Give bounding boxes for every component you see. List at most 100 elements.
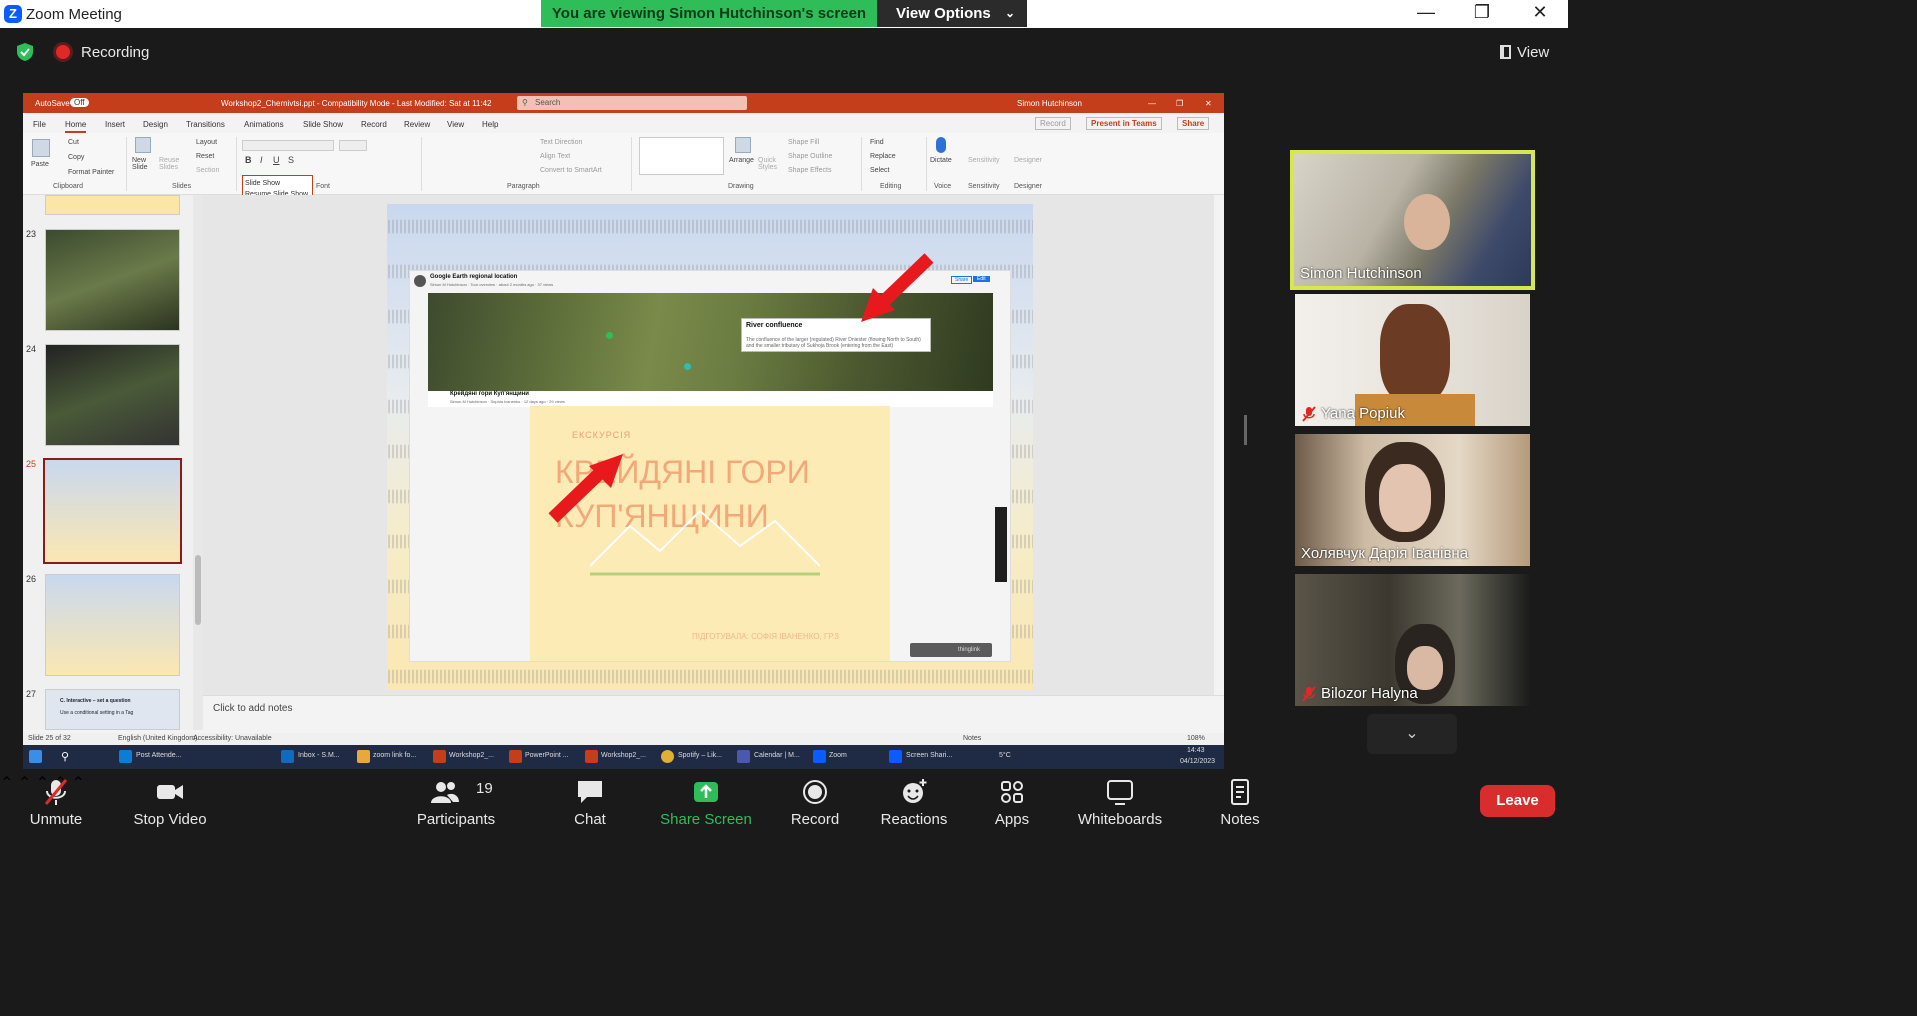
zoom-icon[interactable] [889,750,902,763]
taskbar-item[interactable]: Spotify – Lik... [678,752,722,759]
tab-insert[interactable]: Insert [105,120,125,129]
taskbar-item[interactable]: Screen Shari... [906,752,952,759]
paste-button[interactable]: Paste [31,161,49,168]
notes-button[interactable]: Notes [1212,773,1268,831]
share-screen-button[interactable]: Share Screen [658,773,754,831]
sensitivity-button[interactable]: Sensitivity [968,157,1000,164]
apps-button[interactable]: Apps [984,773,1040,831]
slide-thumbnail-24[interactable] [45,344,180,446]
tab-slide-show[interactable]: Slide Show [303,120,343,129]
taskbar-item[interactable]: Post Attende... [136,752,182,759]
underline-button[interactable]: U [273,155,280,165]
participants-scroll-down-button[interactable]: ⌄ [1367,714,1457,754]
cut-button[interactable]: Cut [68,139,79,146]
thumbnails-scrollbar[interactable] [193,195,203,730]
scrollbar-thumb[interactable] [195,555,201,625]
section-button[interactable]: Section [196,167,219,174]
taskbar-item[interactable]: Workshop2_... [601,752,646,759]
participant-tile[interactable]: Simon Hutchinson [1290,150,1535,290]
ppt-close-icon[interactable]: ✕ [1205,99,1212,108]
taskbar-item[interactable]: Inbox - S.M... [298,752,340,759]
whiteboards-button[interactable]: Whiteboards [1072,773,1168,831]
shape-fill-button[interactable]: Shape Fill [788,139,819,146]
embedded-screenshot[interactable]: Google Earth regional location Simon M H… [409,270,1011,662]
slide-thumbnail-23[interactable] [45,229,180,331]
tab-review[interactable]: Review [404,120,430,129]
reset-button[interactable]: Reset [196,153,214,160]
find-button[interactable]: Find [870,139,884,146]
side-panel[interactable] [995,507,1007,582]
taskbar-item[interactable]: Calendar | M... [754,752,800,759]
designer-button[interactable]: Designer [1014,157,1042,164]
align-text-button[interactable]: Align Text [540,153,570,160]
taskbar-item[interactable]: Zoom [829,752,847,759]
text-direction-button[interactable]: Text Direction [540,139,582,146]
zoom-icon[interactable] [813,750,826,763]
slide-thumbnail[interactable] [45,195,180,215]
recording-label[interactable]: Recording [81,44,149,61]
accessibility-status[interactable]: Accessibility: Unavailable [193,735,272,742]
ppt-record-button[interactable]: Record [1035,117,1071,130]
participant-tile[interactable]: Холявчук Дарія Іванівна [1295,434,1530,566]
select-button[interactable]: Select [870,167,889,174]
ppt-minimize-icon[interactable]: — [1148,99,1156,108]
tab-view[interactable]: View [447,120,464,129]
thinglink-controls[interactable]: thinglink [910,643,992,657]
edge-icon[interactable] [119,750,132,763]
present-in-teams-button[interactable]: Present in Teams [1086,117,1162,130]
ppt-maximize-icon[interactable]: ❐ [1176,99,1183,108]
shape-outline-button[interactable]: Shape Outline [788,153,832,160]
quick-styles-button[interactable]: Quick Styles [758,157,782,171]
tab-record[interactable]: Record [361,120,387,129]
windows-start-icon[interactable] [29,750,42,763]
ppt-share-button[interactable]: Share [1177,117,1210,130]
tab-transitions[interactable]: Transitions [186,120,225,129]
font-name-select[interactable] [242,140,334,151]
security-shield-icon[interactable] [16,42,34,62]
autosave-toggle[interactable]: Off [70,98,89,107]
tab-file[interactable]: File [33,120,46,129]
language-status[interactable]: English (United Kingdom) [118,735,197,742]
tab-animations[interactable]: Animations [244,120,284,129]
taskbar-item[interactable]: zoom link fo... [373,752,416,759]
embed-edit-button[interactable]: Edit [973,276,990,282]
replace-button[interactable]: Replace [870,153,896,160]
record-button[interactable]: Record [785,773,845,831]
shadow-button[interactable]: S [288,155,294,165]
copy-button[interactable]: Copy [68,154,84,161]
close-button[interactable]: ✕ [1520,2,1560,23]
slide-thumbnail-27[interactable]: C. Interactive – set a question Use a co… [45,689,180,730]
map-marker-icon[interactable] [606,332,613,339]
stop-video-button[interactable]: Stop Video [128,773,212,831]
tab-design[interactable]: Design [143,120,168,129]
powerpoint-icon[interactable] [433,750,446,763]
chrome-icon[interactable] [661,750,674,763]
shapes-gallery[interactable] [639,137,724,175]
reuse-slides-button[interactable]: Reuse Slides [159,157,181,171]
maximize-button[interactable]: ❐ [1462,2,1502,23]
new-slide-button[interactable]: New Slide [132,157,154,171]
unmute-button[interactable]: Unmute [20,773,92,831]
tab-help[interactable]: Help [482,120,498,129]
layout-button[interactable]: Layout [196,139,217,146]
current-slide[interactable]: Google Earth regional location Simon M H… [387,204,1033,690]
speaker-notes[interactable]: Click to add notes [203,695,1224,731]
participant-tile[interactable]: Yana Popiuk [1295,294,1530,426]
search-icon[interactable]: ⚲ [61,750,74,763]
minimize-button[interactable]: — [1406,2,1446,23]
notes-toggle-button[interactable]: Notes [963,735,981,742]
arrange-button[interactable]: Arrange [729,157,754,164]
leave-button[interactable]: Leave [1480,785,1555,817]
powerpoint-icon[interactable] [585,750,598,763]
bold-button[interactable]: B [245,155,252,165]
font-size-select[interactable] [339,140,367,151]
dictate-button[interactable]: Dictate [930,157,952,164]
participants-button[interactable]: 19 Participants [410,773,502,831]
embed-share-button[interactable]: Share [951,276,973,284]
taskbar-item[interactable]: Workshop2_... [449,752,494,759]
italic-button[interactable]: I [260,155,263,165]
slide-thumbnail-25[interactable] [43,458,182,564]
ppt-search-input[interactable]: ⚲ Search [517,96,747,110]
chevron-up-icon[interactable]: ⌃ [0,775,13,792]
map-marker-icon[interactable] [684,363,691,370]
